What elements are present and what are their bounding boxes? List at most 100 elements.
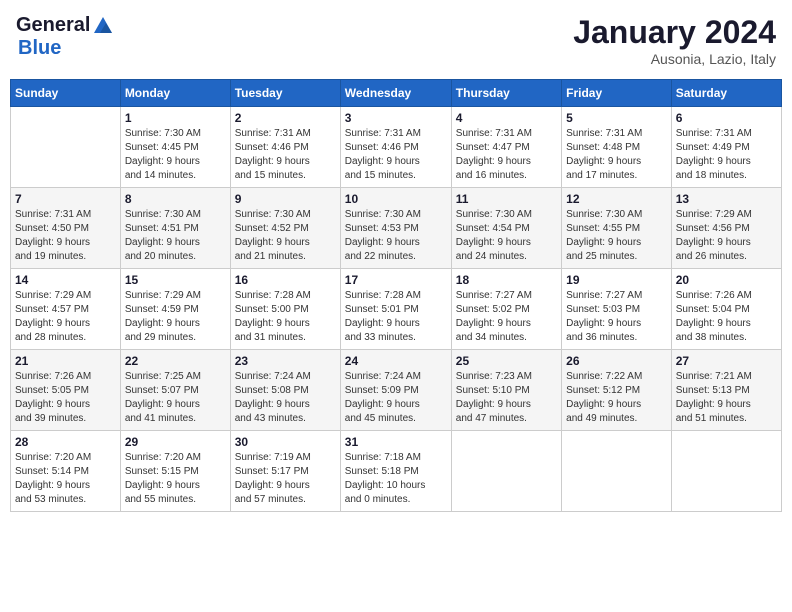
day-info: Sunrise: 7:26 AM Sunset: 5:05 PM Dayligh… [15, 370, 116, 426]
day-number: 16 [235, 273, 336, 287]
weekday-header-saturday: Saturday [671, 80, 781, 107]
day-info: Sunrise: 7:29 AM Sunset: 4:56 PM Dayligh… [676, 208, 777, 264]
calendar-cell: 26 Sunrise: 7:22 AM Sunset: 5:12 PM Dayli… [562, 350, 672, 431]
calendar-cell: 4Sunrise: 7:31 AM Sunset: 4:47 PM Daylig… [451, 107, 561, 188]
calendar-cell [562, 431, 672, 512]
day-info: Sunrise: 7:25 AM Sunset: 5:07 PM Dayligh… [125, 370, 226, 426]
day-info: Sunrise: 7:20 AM Sunset: 5:14 PM Dayligh… [15, 451, 116, 507]
day-number: 22 [125, 354, 226, 368]
logo-blue: Blue [18, 37, 61, 60]
day-info: Sunrise: 7:22 AM Sunset: 5:12 PM Dayligh… [566, 370, 667, 426]
day-number: 27 [676, 354, 777, 368]
day-number: 31 [345, 435, 447, 449]
day-info: Sunrise: 7:30 AM Sunset: 4:55 PM Dayligh… [566, 208, 667, 264]
day-info: Sunrise: 7:30 AM Sunset: 4:51 PM Dayligh… [125, 208, 226, 264]
day-number: 9 [235, 192, 336, 206]
day-number: 1 [125, 111, 226, 125]
day-number: 20 [676, 273, 777, 287]
day-info: Sunrise: 7:23 AM Sunset: 5:10 PM Dayligh… [456, 370, 557, 426]
calendar-cell: 28 Sunrise: 7:20 AM Sunset: 5:14 PM Dayli… [11, 431, 121, 512]
calendar-cell: 18 Sunrise: 7:27 AM Sunset: 5:02 PM Dayli… [451, 269, 561, 350]
location: Ausonia, Lazio, Italy [573, 51, 776, 67]
logo-icon [92, 15, 114, 37]
calendar-cell: 15 Sunrise: 7:29 AM Sunset: 4:59 PM Dayli… [120, 269, 230, 350]
calendar-cell: 29 Sunrise: 7:20 AM Sunset: 5:15 PM Dayli… [120, 431, 230, 512]
day-number: 21 [15, 354, 116, 368]
calendar-cell: 9 Sunrise: 7:30 AM Sunset: 4:52 PM Daylig… [230, 188, 340, 269]
day-number: 28 [15, 435, 116, 449]
day-number: 13 [676, 192, 777, 206]
calendar-cell: 31 Sunrise: 7:18 AM Sunset: 5:18 PM Dayli… [340, 431, 451, 512]
logo: General Blue [16, 14, 114, 60]
calendar-cell: 19Sunrise: 7:27 AM Sunset: 5:03 PM Dayli… [562, 269, 672, 350]
calendar-cell: 17 Sunrise: 7:28 AM Sunset: 5:01 PM Dayli… [340, 269, 451, 350]
calendar-cell: 25 Sunrise: 7:23 AM Sunset: 5:10 PM Dayli… [451, 350, 561, 431]
calendar-cell: 30Sunrise: 7:19 AM Sunset: 5:17 PM Dayli… [230, 431, 340, 512]
calendar-cell: 2Sunrise: 7:31 AM Sunset: 4:46 PM Daylig… [230, 107, 340, 188]
day-number: 6 [676, 111, 777, 125]
calendar-cell: 24Sunrise: 7:24 AM Sunset: 5:09 PM Dayli… [340, 350, 451, 431]
day-number: 24 [345, 354, 447, 368]
day-info: Sunrise: 7:20 AM Sunset: 5:15 PM Dayligh… [125, 451, 226, 507]
day-info: Sunrise: 7:31 AM Sunset: 4:46 PM Dayligh… [345, 127, 447, 183]
day-number: 10 [345, 192, 447, 206]
weekday-header-wednesday: Wednesday [340, 80, 451, 107]
calendar-cell: 11 Sunrise: 7:30 AM Sunset: 4:54 PM Dayli… [451, 188, 561, 269]
calendar-cell: 23 Sunrise: 7:24 AM Sunset: 5:08 PM Dayli… [230, 350, 340, 431]
day-info: Sunrise: 7:30 AM Sunset: 4:54 PM Dayligh… [456, 208, 557, 264]
day-number: 29 [125, 435, 226, 449]
day-number: 18 [456, 273, 557, 287]
weekday-header-monday: Monday [120, 80, 230, 107]
calendar-cell: 10 Sunrise: 7:30 AM Sunset: 4:53 PM Dayli… [340, 188, 451, 269]
calendar-cell: 5 Sunrise: 7:31 AM Sunset: 4:48 PM Daylig… [562, 107, 672, 188]
day-number: 11 [456, 192, 557, 206]
weekday-header-thursday: Thursday [451, 80, 561, 107]
day-number: 12 [566, 192, 667, 206]
weekday-header-friday: Friday [562, 80, 672, 107]
calendar: SundayMondayTuesdayWednesdayThursdayFrid… [10, 79, 782, 512]
calendar-cell [11, 107, 121, 188]
day-number: 26 [566, 354, 667, 368]
day-number: 14 [15, 273, 116, 287]
day-number: 4 [456, 111, 557, 125]
day-number: 25 [456, 354, 557, 368]
logo-general: General [16, 14, 90, 37]
calendar-cell: 16 Sunrise: 7:28 AM Sunset: 5:00 PM Dayli… [230, 269, 340, 350]
month-title: January 2024 [573, 14, 776, 51]
day-info: Sunrise: 7:30 AM Sunset: 4:53 PM Dayligh… [345, 208, 447, 264]
calendar-cell: 21 Sunrise: 7:26 AM Sunset: 5:05 PM Dayli… [11, 350, 121, 431]
calendar-cell: 7Sunrise: 7:31 AM Sunset: 4:50 PM Daylig… [11, 188, 121, 269]
day-number: 5 [566, 111, 667, 125]
day-info: Sunrise: 7:28 AM Sunset: 5:00 PM Dayligh… [235, 289, 336, 345]
day-number: 7 [15, 192, 116, 206]
day-info: Sunrise: 7:31 AM Sunset: 4:49 PM Dayligh… [676, 127, 777, 183]
calendar-cell: 20Sunrise: 7:26 AM Sunset: 5:04 PM Dayli… [671, 269, 781, 350]
calendar-cell: 12 Sunrise: 7:30 AM Sunset: 4:55 PM Dayli… [562, 188, 672, 269]
calendar-cell: 14 Sunrise: 7:29 AM Sunset: 4:57 PM Dayli… [11, 269, 121, 350]
calendar-cell [671, 431, 781, 512]
day-info: Sunrise: 7:31 AM Sunset: 4:48 PM Dayligh… [566, 127, 667, 183]
day-info: Sunrise: 7:28 AM Sunset: 5:01 PM Dayligh… [345, 289, 447, 345]
day-info: Sunrise: 7:27 AM Sunset: 5:02 PM Dayligh… [456, 289, 557, 345]
day-info: Sunrise: 7:29 AM Sunset: 4:57 PM Dayligh… [15, 289, 116, 345]
day-info: Sunrise: 7:30 AM Sunset: 4:52 PM Dayligh… [235, 208, 336, 264]
day-number: 17 [345, 273, 447, 287]
weekday-header-sunday: Sunday [11, 80, 121, 107]
day-info: Sunrise: 7:19 AM Sunset: 5:17 PM Dayligh… [235, 451, 336, 507]
calendar-cell [451, 431, 561, 512]
day-info: Sunrise: 7:18 AM Sunset: 5:18 PM Dayligh… [345, 451, 447, 507]
weekday-header-tuesday: Tuesday [230, 80, 340, 107]
page-header: General Blue January 2024 Ausonia, Lazio… [10, 10, 782, 71]
day-info: Sunrise: 7:27 AM Sunset: 5:03 PM Dayligh… [566, 289, 667, 345]
day-number: 23 [235, 354, 336, 368]
day-info: Sunrise: 7:24 AM Sunset: 5:08 PM Dayligh… [235, 370, 336, 426]
title-area: January 2024 Ausonia, Lazio, Italy [573, 14, 776, 67]
day-info: Sunrise: 7:31 AM Sunset: 4:46 PM Dayligh… [235, 127, 336, 183]
calendar-cell: 1 Sunrise: 7:30 AM Sunset: 4:45 PM Daylig… [120, 107, 230, 188]
day-number: 15 [125, 273, 226, 287]
day-number: 8 [125, 192, 226, 206]
day-info: Sunrise: 7:30 AM Sunset: 4:45 PM Dayligh… [125, 127, 226, 183]
day-number: 3 [345, 111, 447, 125]
calendar-cell: 3 Sunrise: 7:31 AM Sunset: 4:46 PM Daylig… [340, 107, 451, 188]
day-info: Sunrise: 7:29 AM Sunset: 4:59 PM Dayligh… [125, 289, 226, 345]
